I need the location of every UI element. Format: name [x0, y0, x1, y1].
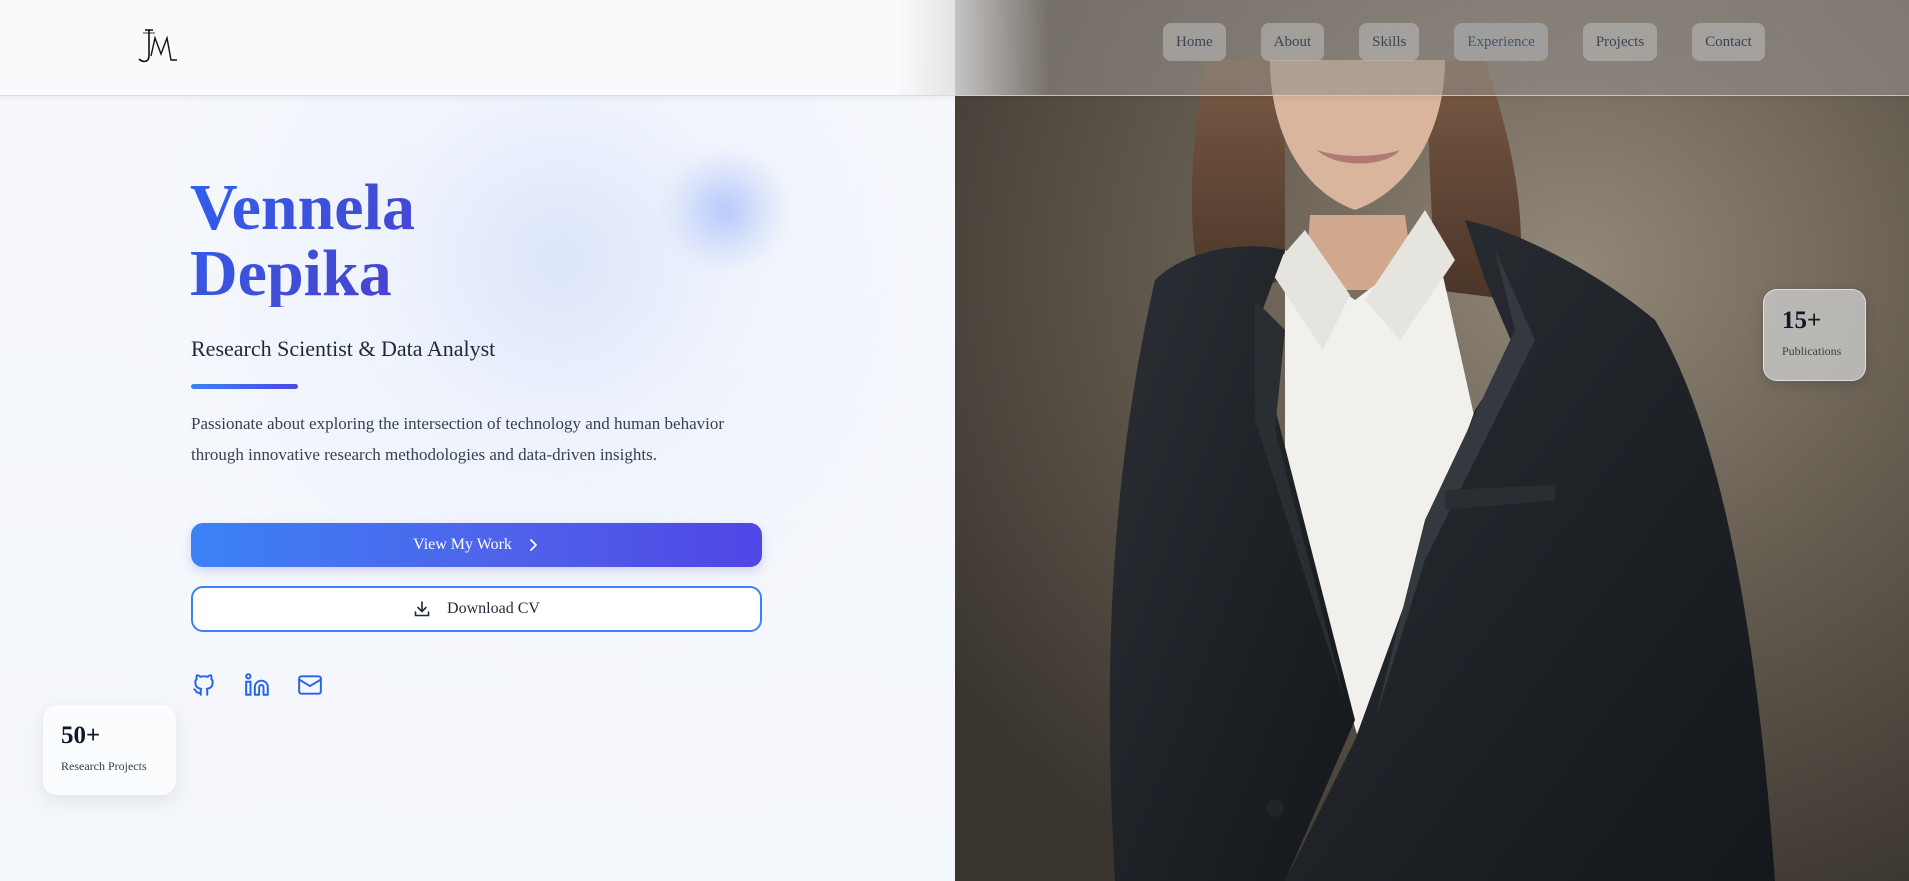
hero-name: Vennela Depika [190, 175, 415, 307]
stat-value: 50+ [61, 722, 101, 749]
logo-monogram-icon [138, 29, 177, 63]
social-links [191, 672, 350, 698]
first-name: Vennela [190, 171, 415, 244]
download-icon [414, 601, 430, 617]
view-my-work-label: View My Work [413, 536, 512, 553]
chevron-right-icon [529, 539, 537, 551]
hero-description: Passionate about exploring the intersect… [191, 414, 725, 464]
top-navbar: Home About Skills Experience Projects Co… [0, 0, 1909, 96]
stat-card-projects: 50+ Research Projects [43, 705, 176, 795]
nav-projects[interactable]: Projects [1582, 23, 1658, 61]
github-icon[interactable] [191, 672, 217, 698]
nav-home[interactable]: Home [1163, 23, 1226, 61]
hero-role: Research Scientist & Data Analyst [191, 336, 496, 361]
nav-skills[interactable]: Skills [1359, 23, 1420, 61]
mail-icon[interactable] [297, 672, 323, 698]
nav-contact[interactable]: Contact [1692, 23, 1765, 61]
stat-card-publications: 15+ Publications [1763, 289, 1866, 381]
nav-experience[interactable]: Experience [1454, 23, 1548, 61]
view-my-work-button[interactable]: View My Work [191, 523, 762, 567]
main-nav: Home About Skills Experience Projects Co… [1163, 23, 1765, 61]
portrait-photo [955, 0, 1909, 881]
nav-about[interactable]: About [1260, 23, 1325, 61]
stat-label: Research Projects [61, 759, 147, 773]
linkedin-icon[interactable] [244, 672, 270, 698]
download-cv-button[interactable]: Download CV [191, 586, 762, 632]
portrait-illustration [955, 0, 1909, 881]
download-cv-label: Download CV [447, 600, 540, 617]
stat-value: 15+ [1782, 307, 1822, 334]
accent-divider [191, 384, 298, 389]
last-name: Depika [190, 237, 392, 310]
decorative-blob [660, 155, 790, 265]
stat-label: Publications [1782, 344, 1842, 358]
logo[interactable] [137, 26, 183, 66]
